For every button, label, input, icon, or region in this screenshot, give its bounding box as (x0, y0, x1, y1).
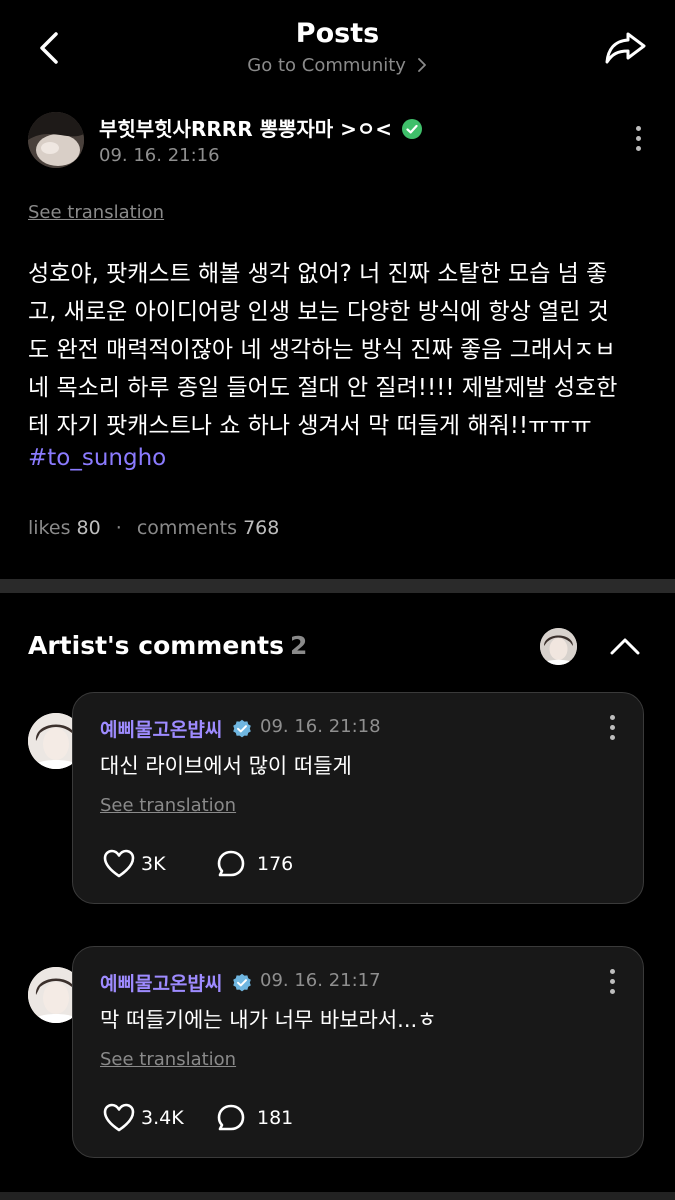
comment-author-name[interactable]: 예삐물고온뱝씨 (100, 715, 252, 742)
post-body-line: 테 자기 팟캐스트나 쇼 하나 생겨서 막 떠들게 해줘!!ㅠㅠㅠ (28, 413, 592, 439)
post-see-translation-link[interactable]: See translation (28, 202, 164, 223)
chevron-up-icon (610, 638, 640, 655)
post-body-line: 성호야, 팟캐스트 해볼 생각 없어? 너 진짜 소탈한 모습 넘 좋 (28, 261, 608, 287)
comment-date: 09. 16. 21:17 (260, 970, 381, 991)
verified-badge-icon (232, 719, 252, 739)
reply-button[interactable] (216, 849, 246, 879)
post-author-avatar[interactable] (28, 112, 84, 168)
post-body-line: 네 목소리 하루 종일 들어도 절대 안 질려!!!! 제발제발 성호한 (28, 375, 618, 401)
artist-comment-card: 예삐물고온뱝씨 09. 16. 21:18 대신 라이브에서 많이 떠들게 Se… (72, 692, 644, 904)
go-to-community-link[interactable]: Go to Community (0, 55, 675, 76)
go-to-community-label: Go to Community (247, 55, 406, 76)
comment-bubble-icon (217, 1104, 245, 1131)
page-title: Posts (295, 18, 380, 49)
heart-icon (103, 1103, 135, 1132)
comment-replies-count: 181 (257, 1107, 294, 1129)
post-more-options-icon[interactable] (633, 126, 643, 156)
top-bar: Posts Go to Community (0, 0, 675, 95)
like-button[interactable] (103, 1103, 135, 1133)
comment-author-name[interactable]: 예삐물고온뱝씨 (100, 969, 252, 996)
comment-likes-count: 3.4K (141, 1107, 184, 1129)
comments-count: 768 (243, 517, 280, 539)
post-body-line: 도 완전 매력적이잖아 네 생각하는 방식 진짜 좋음 그래서ㅈㅂ (28, 337, 616, 363)
comment-text: 대신 라이브에서 많이 떠들게 (100, 754, 352, 778)
like-button[interactable] (103, 849, 135, 879)
artist-comments-count: 2 (289, 631, 308, 660)
chevron-right-icon (417, 58, 426, 72)
comment-more-options-icon[interactable] (607, 715, 617, 745)
comment-see-translation-link[interactable]: See translation (100, 795, 236, 816)
share-button[interactable] (602, 26, 650, 70)
reply-button[interactable] (216, 1103, 246, 1133)
avatar-image (28, 112, 84, 168)
post-author-name[interactable]: 부힛부힛사RRRR 뽕뽕자마 >ㅇ< (99, 113, 423, 142)
artist-comments-label: Artist's comments (28, 631, 284, 660)
section-divider (0, 1192, 675, 1200)
section-divider (0, 579, 675, 593)
comment-author-label: 예삐물고온뱝씨 (100, 973, 223, 995)
comment-author-label: 예삐물고온뱝씨 (100, 719, 223, 741)
comment-date: 09. 16. 21:18 (260, 716, 381, 737)
share-icon (605, 32, 646, 64)
separator-dot: · (115, 517, 122, 539)
post-stats: likes 80 · comments 768 (28, 517, 279, 539)
post-hashtag-link[interactable]: #to_sungho (28, 445, 166, 471)
comment-text: 막 떠들기에는 내가 너무 바보라서...ㅎ (100, 1008, 437, 1032)
post-body: 성호야, 팟캐스트 해볼 생각 없어? 너 진짜 소탈한 모습 넘 좋 고, 새… (28, 255, 650, 445)
artist-comment-card: 예삐물고온뱝씨 09. 16. 21:17 막 떠들기에는 내가 너무 바보라서… (72, 946, 644, 1158)
comment-likes-count: 3K (141, 853, 166, 875)
artist-comments-title: Artist's comments 2 (28, 631, 307, 660)
verified-badge-icon (402, 119, 423, 139)
artist-avatar[interactable] (540, 628, 577, 665)
likes-label: likes (28, 517, 71, 539)
comment-replies-count: 176 (257, 853, 294, 875)
post-author-label: 부힛부힛사RRRR 뽕뽕자마 >ㅇ< (99, 117, 393, 141)
verified-badge-icon (232, 973, 252, 993)
post-date: 09. 16. 21:16 (99, 145, 220, 166)
comments-label: comments (136, 517, 238, 539)
comment-more-options-icon[interactable] (607, 969, 617, 999)
collapse-button[interactable] (605, 630, 645, 662)
avatar-image (540, 628, 577, 665)
likes-count: 80 (76, 517, 101, 539)
comment-see-translation-link[interactable]: See translation (100, 1049, 236, 1070)
post-body-line: 고, 새로운 아이디어랑 인생 보는 다양한 방식에 항상 열린 것 (28, 299, 609, 325)
heart-icon (103, 849, 135, 878)
comment-bubble-icon (217, 850, 245, 877)
